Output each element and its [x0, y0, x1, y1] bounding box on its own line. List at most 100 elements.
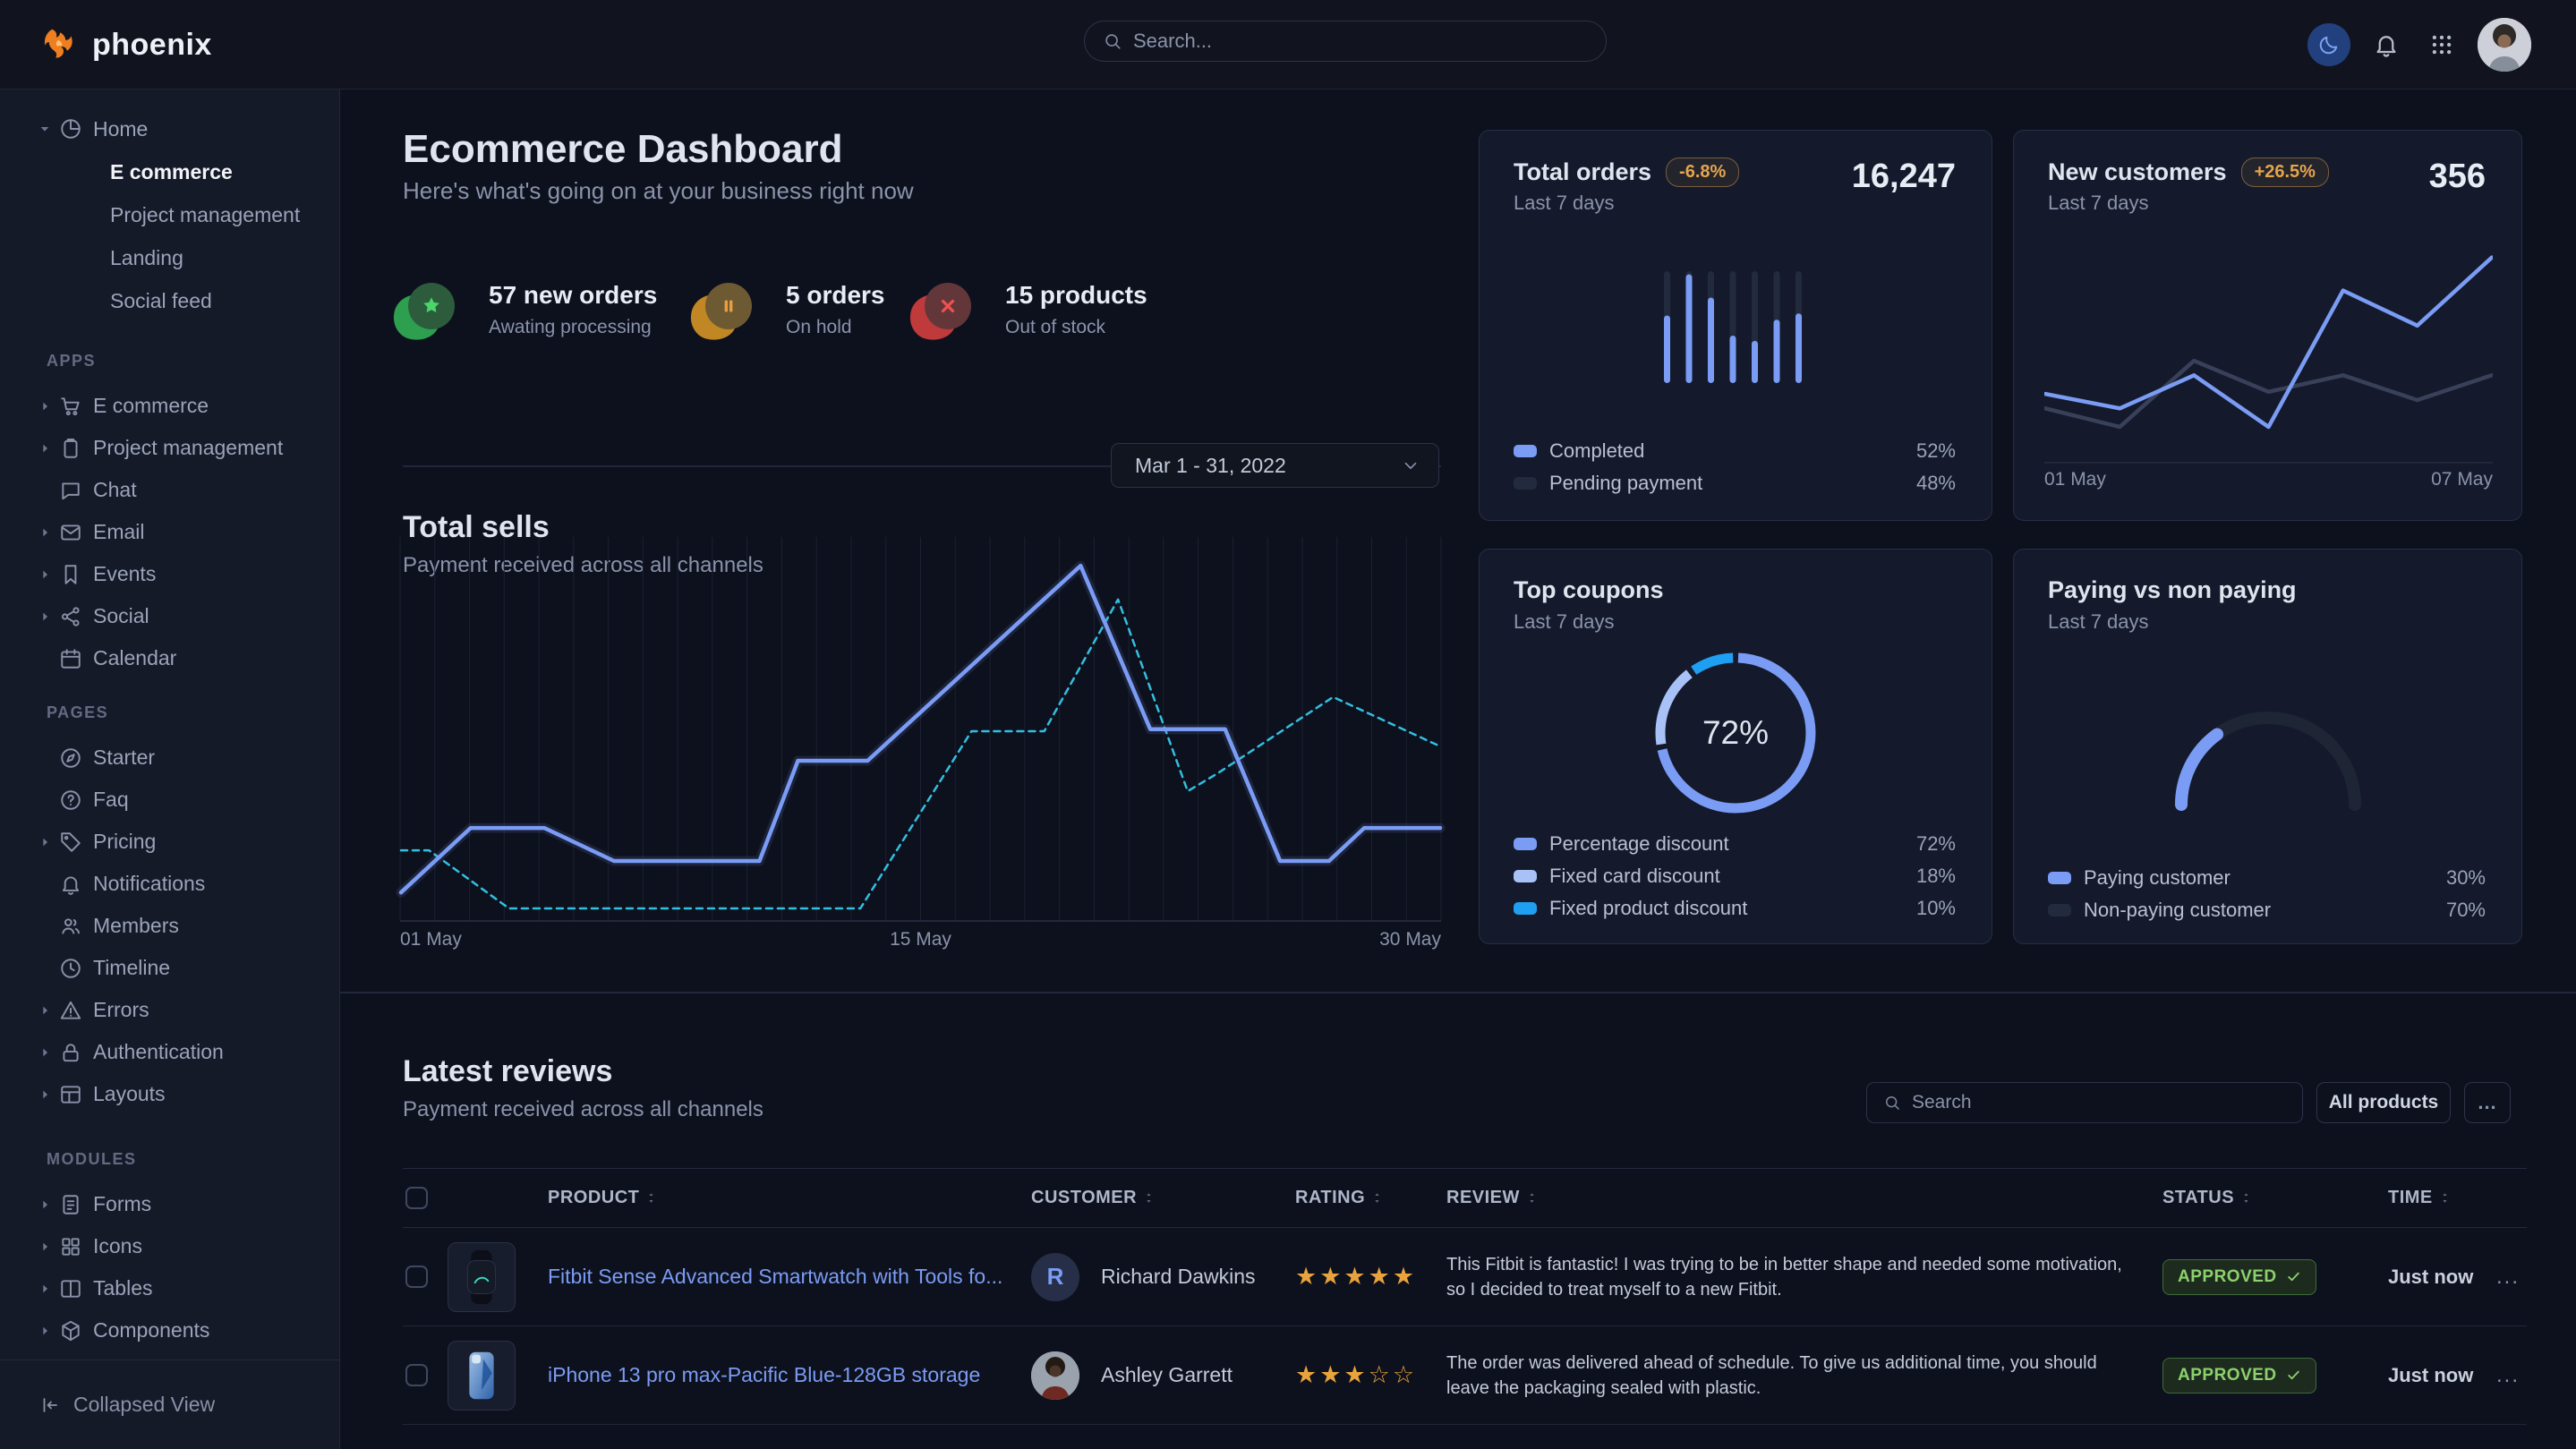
product-link[interactable]: iPhone 13 pro max-Pacific Blue-128GB sto…: [548, 1363, 980, 1386]
sidebar-section-pages: PAGES: [0, 701, 339, 724]
brand[interactable]: phoenix: [40, 0, 212, 89]
sidebar-item-tables[interactable]: Tables: [0, 1267, 339, 1309]
column-header-status[interactable]: STATUS: [2162, 1188, 2388, 1208]
sidebar-item-errors[interactable]: Errors: [0, 989, 339, 1031]
sidebar-item-members[interactable]: Members: [0, 905, 339, 947]
sidebar-subitem-project-management[interactable]: Project management: [0, 193, 339, 236]
row-checkbox[interactable]: [405, 1266, 428, 1288]
review-time: Just now: [2388, 1266, 2482, 1289]
caret-right-icon: [38, 441, 52, 456]
reviews-search-input[interactable]: [1912, 1092, 2286, 1113]
question-icon: [59, 788, 82, 812]
sidebar-item-calendar[interactable]: Calendar: [0, 637, 339, 679]
card-title: Top coupons: [1514, 576, 1663, 604]
caret-right-icon: [38, 1198, 52, 1212]
sidebar-item-email[interactable]: Email: [0, 511, 339, 553]
reviews-more-button[interactable]: ...: [2464, 1082, 2511, 1123]
review-row[interactable]: Fitbit Sense Advanced Smartwatch with To…: [403, 1228, 2527, 1326]
legend-value: 30%: [2446, 866, 2486, 890]
sidebar-subitem-social-feed[interactable]: Social feed: [0, 279, 339, 322]
sidebar-item-label: Components: [93, 1318, 209, 1342]
sidebar-item-social[interactable]: Social: [0, 595, 339, 637]
tag-icon: [59, 831, 82, 854]
sidebar-item-pricing[interactable]: Pricing: [0, 821, 339, 863]
apps-grid-button[interactable]: [2422, 25, 2461, 64]
sidebar-item-label: Members: [93, 914, 179, 938]
user-avatar[interactable]: [2478, 18, 2531, 72]
all-products-button[interactable]: All products: [2316, 1082, 2451, 1123]
date-range-select[interactable]: Mar 1 - 31, 2022: [1111, 443, 1439, 488]
bell-icon: [2373, 31, 2400, 58]
bookmark-icon: [59, 563, 82, 586]
global-search[interactable]: [1084, 21, 1607, 62]
product-link[interactable]: Fitbit Sense Advanced Smartwatch with To…: [548, 1265, 1002, 1288]
status-label: APPROVED: [2178, 1267, 2277, 1287]
review-row[interactable]: iPhone 13 pro max-Pacific Blue-128GB sto…: [403, 1326, 2527, 1425]
product-thumbnail[interactable]: [448, 1242, 516, 1312]
column-header-review[interactable]: REVIEW: [1446, 1188, 2162, 1208]
sidebar: HomeE commerceProject managementLandingS…: [0, 89, 340, 1449]
sidebar-item-home[interactable]: Home: [0, 107, 339, 150]
sidebar-item-label: Errors: [93, 998, 149, 1022]
caret-down-icon: [38, 122, 52, 136]
sidebar-item-layouts[interactable]: Layouts: [0, 1073, 339, 1115]
collapse-icon: [39, 1394, 61, 1416]
sidebar-nav: HomeE commerceProject managementLandingS…: [0, 89, 339, 1360]
column-header-time[interactable]: TIME: [2388, 1188, 2482, 1208]
apps-grid-icon: [2428, 31, 2455, 58]
legend-label: Fixed product discount: [1549, 897, 1904, 920]
paying-vs-non-paying-card: Paying vs non paying Last 7 days Paying …: [2013, 549, 2522, 944]
sidebar-item-starter[interactable]: Starter: [0, 737, 339, 779]
total-orders-bar-chart: [1664, 271, 1802, 383]
legend-swatch: [1514, 445, 1537, 457]
star-icon: [421, 295, 442, 317]
top-navbar: phoenix: [0, 0, 2576, 89]
sidebar-subitem-e-commerce[interactable]: E commerce: [0, 150, 339, 193]
sidebar-item-timeline[interactable]: Timeline: [0, 947, 339, 989]
doc-icon: [59, 1193, 82, 1216]
sidebar-subitem-landing[interactable]: Landing: [0, 236, 339, 279]
sidebar-item-components[interactable]: Components: [0, 1309, 339, 1351]
collapsed-view-toggle[interactable]: Collapsed View: [0, 1360, 340, 1449]
select-all-checkbox[interactable]: [405, 1187, 428, 1209]
search-input[interactable]: [1133, 30, 1588, 53]
row-checkbox[interactable]: [405, 1364, 428, 1386]
column-header-customer[interactable]: CUSTOMER: [1031, 1188, 1295, 1208]
sidebar-item-notifications[interactable]: Notifications: [0, 863, 339, 905]
check-icon: [2286, 1269, 2301, 1284]
reviews-search[interactable]: [1866, 1082, 2303, 1123]
sidebar-item-forms[interactable]: Forms: [0, 1183, 339, 1225]
column-header-product[interactable]: PRODUCT: [548, 1188, 1031, 1208]
theme-toggle-button[interactable]: [2307, 23, 2350, 66]
column-header-rating[interactable]: RATING: [1295, 1188, 1446, 1208]
chevron-down-icon: [1401, 456, 1420, 475]
row-actions-button[interactable]: ...: [2482, 1363, 2527, 1388]
product-thumbnail[interactable]: [448, 1341, 516, 1411]
x-icon: [937, 295, 959, 317]
customer-letter-avatar: R: [1031, 1253, 1079, 1301]
trend-badge: +26.5%: [2241, 158, 2329, 187]
new-customers-card: New customers +26.5% 356 Last 7 days 01 …: [2013, 130, 2522, 521]
sidebar-item-faq[interactable]: Faq: [0, 779, 339, 821]
top-coupons-card: Top coupons Last 7 days 72% Percentage d…: [1479, 549, 1992, 944]
card-period: Last 7 days: [2048, 192, 2149, 215]
sidebar-item-label: Events: [93, 562, 156, 586]
sidebar-item-chat[interactable]: Chat: [0, 469, 339, 511]
lock-icon: [59, 1041, 82, 1064]
notifications-button[interactable]: [2367, 25, 2406, 64]
x-tick: 01 May: [2044, 469, 2106, 490]
sidebar-item-project-management[interactable]: Project management: [0, 427, 339, 469]
stat-value: 57 new orders: [489, 281, 657, 310]
sidebar-item-events[interactable]: Events: [0, 553, 339, 595]
sidebar-item-e-commerce[interactable]: E commerce: [0, 385, 339, 427]
legend-label: Completed: [1549, 439, 1904, 463]
legend-row: Fixed product discount10%: [1514, 897, 1956, 920]
top-coupons-legend: Percentage discount72%Fixed card discoun…: [1514, 832, 1956, 920]
status-badge: APPROVED: [2162, 1358, 2316, 1394]
sidebar-item-icons[interactable]: Icons: [0, 1225, 339, 1267]
row-actions-button[interactable]: ...: [2482, 1265, 2527, 1290]
sidebar-item-authentication[interactable]: Authentication: [0, 1031, 339, 1073]
caret-right-icon: [38, 525, 52, 540]
sidebar-item-label: Icons: [93, 1234, 142, 1258]
latest-reviews-subtitle: Payment received across all channels: [403, 1097, 763, 1122]
